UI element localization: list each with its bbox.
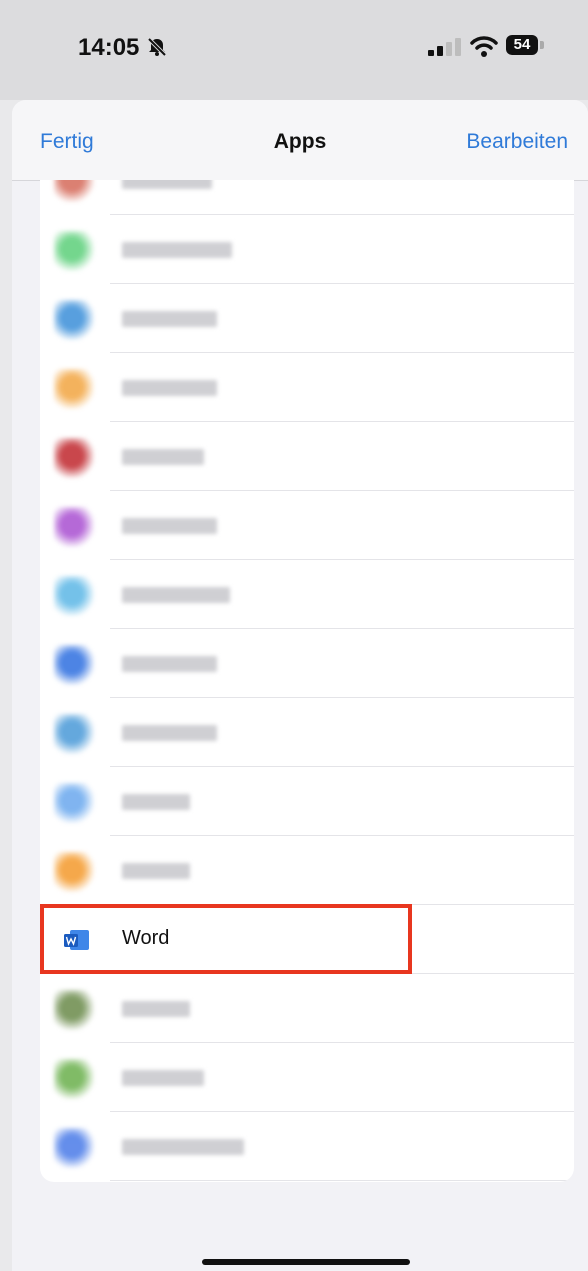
app-row[interactable] [40, 284, 574, 353]
app-row[interactable] [40, 836, 574, 905]
app-icon [54, 576, 94, 616]
battery-level: 54 [513, 36, 531, 53]
edit-button[interactable]: Bearbeiten [466, 130, 568, 154]
app-row[interactable] [40, 974, 574, 1043]
app-row[interactable] [40, 629, 574, 698]
app-row[interactable] [40, 698, 574, 767]
app-row[interactable] [40, 1043, 574, 1112]
app-name: Word [122, 927, 170, 949]
blurred-app-name [122, 180, 212, 189]
wifi-icon [470, 36, 498, 57]
app-icon [54, 369, 94, 409]
battery-icon: 54 [506, 35, 538, 55]
blurred-app-name [122, 656, 217, 672]
app-row[interactable] [40, 767, 574, 836]
status-time: 14:05 [78, 34, 140, 61]
navigation-bar: Fertig Apps Bearbeiten [12, 100, 588, 181]
blurred-app-name [122, 863, 190, 879]
apps-list: Word [40, 180, 574, 1182]
battery-tip [540, 41, 544, 49]
app-icon [54, 1059, 94, 1099]
app-row[interactable] [40, 353, 574, 422]
app-icon [54, 1128, 94, 1168]
bell-slash-icon [147, 37, 167, 57]
blurred-app-name [122, 518, 217, 534]
app-row[interactable] [40, 491, 574, 560]
status-bar: 14:05 54 [0, 0, 588, 100]
row-separator [110, 1180, 574, 1181]
app-icon [54, 645, 94, 685]
app-row[interactable] [40, 180, 574, 215]
app-icon [54, 180, 94, 202]
app-row[interactable] [40, 422, 574, 491]
app-icon [54, 231, 94, 271]
blurred-app-name [122, 1139, 244, 1155]
app-icon [54, 783, 94, 823]
cellular-signal-icon [428, 38, 461, 56]
app-icon [54, 438, 94, 478]
blurred-app-name [122, 311, 217, 327]
app-row-word[interactable]: Word [40, 905, 574, 974]
app-icon [54, 507, 94, 547]
blurred-app-name [122, 725, 217, 741]
app-icon [54, 852, 94, 892]
app-row[interactable] [40, 560, 574, 629]
blurred-app-name [122, 449, 204, 465]
app-icon [54, 990, 94, 1030]
blurred-app-name [122, 794, 190, 810]
word-icon [64, 930, 89, 950]
home-indicator[interactable] [202, 1259, 410, 1265]
app-icon [54, 714, 94, 754]
blurred-app-name [122, 1070, 204, 1086]
blurred-app-name [122, 242, 232, 258]
blurred-app-name [122, 1001, 190, 1017]
blurred-app-name [122, 587, 230, 603]
app-row[interactable] [40, 1112, 574, 1181]
app-row[interactable] [40, 215, 574, 284]
blurred-app-name [122, 380, 217, 396]
app-icon [54, 300, 94, 340]
